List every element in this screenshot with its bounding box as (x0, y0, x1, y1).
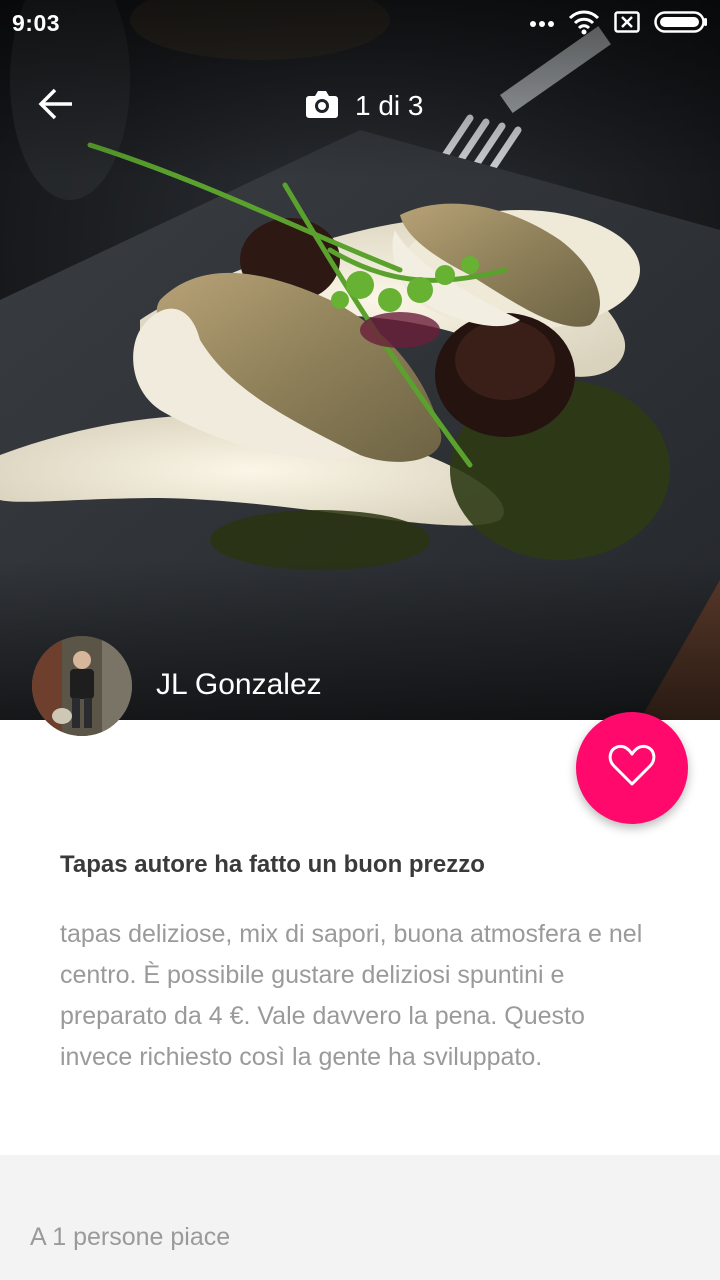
more-dots-icon (530, 15, 554, 33)
back-button[interactable] (30, 80, 82, 132)
heart-outline-icon (608, 744, 656, 793)
likes-count: A 1 persone piace (30, 1223, 231, 1251)
battery-icon (654, 10, 708, 38)
status-bar: 9:03 (0, 0, 720, 48)
review-title: Tapas autore ha fatto un buon prezzo (60, 851, 485, 878)
status-icons (530, 10, 708, 38)
review-body: tapas deliziose, mix di sapori, buona at… (60, 920, 643, 1071)
likes-footer[interactable]: A 1 persone piace (0, 1155, 720, 1280)
no-sim-icon (614, 10, 640, 38)
photo-counter-text: 1 di 3 (355, 90, 424, 121)
status-time: 9:03 (12, 10, 61, 36)
author-name[interactable]: JL Gonzalez (156, 668, 322, 702)
avatar-image (32, 636, 132, 736)
wifi-icon (568, 9, 600, 40)
like-button[interactable] (576, 712, 688, 824)
photo-counter: 1 di 3 (305, 84, 424, 128)
camera-icon (305, 89, 339, 124)
arrow-left-icon (38, 88, 74, 125)
author-avatar[interactable] (32, 636, 132, 736)
